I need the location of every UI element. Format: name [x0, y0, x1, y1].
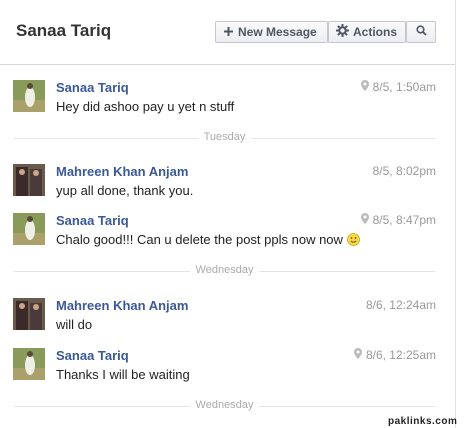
avatar[interactable] — [13, 298, 45, 330]
avatar[interactable] — [13, 80, 45, 112]
message-timestamp: 8/5, 8:47pm — [360, 213, 436, 227]
sender-name[interactable]: Sanaa Tariq — [56, 213, 129, 228]
message-timestamp: 8/6, 12:24am — [365, 298, 436, 312]
avatar[interactable] — [13, 213, 45, 245]
new-message-label: New Message — [238, 25, 317, 39]
avatar[interactable] — [13, 164, 45, 196]
location-pin-icon[interactable] — [360, 213, 369, 227]
message-timestamp: 8/5, 1:50am — [360, 80, 436, 94]
conversation-title: Sanaa Tariq — [16, 21, 112, 40]
watermark: paklinks.com — [388, 416, 458, 427]
panel-border — [455, 0, 456, 428]
sender-name[interactable]: Sanaa Tariq — [56, 348, 129, 363]
location-pin-icon[interactable] — [353, 348, 362, 362]
actions-button[interactable]: Actions — [328, 21, 406, 43]
actions-label: Actions — [353, 25, 398, 39]
message-timestamp: 8/6, 12:25am — [353, 348, 436, 362]
message-text: yup all done, thank you. — [56, 183, 194, 198]
sender-name[interactable]: Mahreen Khan Anjam — [56, 298, 188, 313]
message-text: Hey did ashoo pay u yet n stuff — [56, 99, 235, 114]
conversation-header: Sanaa Tariq New Message Actions — [0, 0, 455, 65]
sender-name[interactable]: Mahreen Khan Anjam — [56, 164, 188, 179]
smiley-icon — [347, 233, 360, 246]
avatar[interactable] — [13, 348, 45, 380]
message-timestamp: 8/5, 8:02pm — [372, 164, 436, 178]
day-divider: Tuesday — [14, 131, 435, 143]
search-icon — [415, 25, 427, 39]
plus-icon — [223, 24, 234, 40]
message-text: Thanks I will be waiting — [56, 367, 190, 382]
day-divider: Wednesday — [14, 399, 435, 411]
location-pin-icon[interactable] — [360, 80, 369, 94]
day-divider: Wednesday — [14, 264, 435, 276]
search-button[interactable] — [406, 21, 436, 43]
new-message-button[interactable]: New Message — [215, 21, 328, 43]
sender-name[interactable]: Sanaa Tariq — [56, 80, 129, 95]
message-text: will do — [56, 317, 93, 332]
gear-icon — [336, 24, 349, 40]
message-text: Chalo good!!! Can u delete the post ppls… — [56, 232, 360, 247]
